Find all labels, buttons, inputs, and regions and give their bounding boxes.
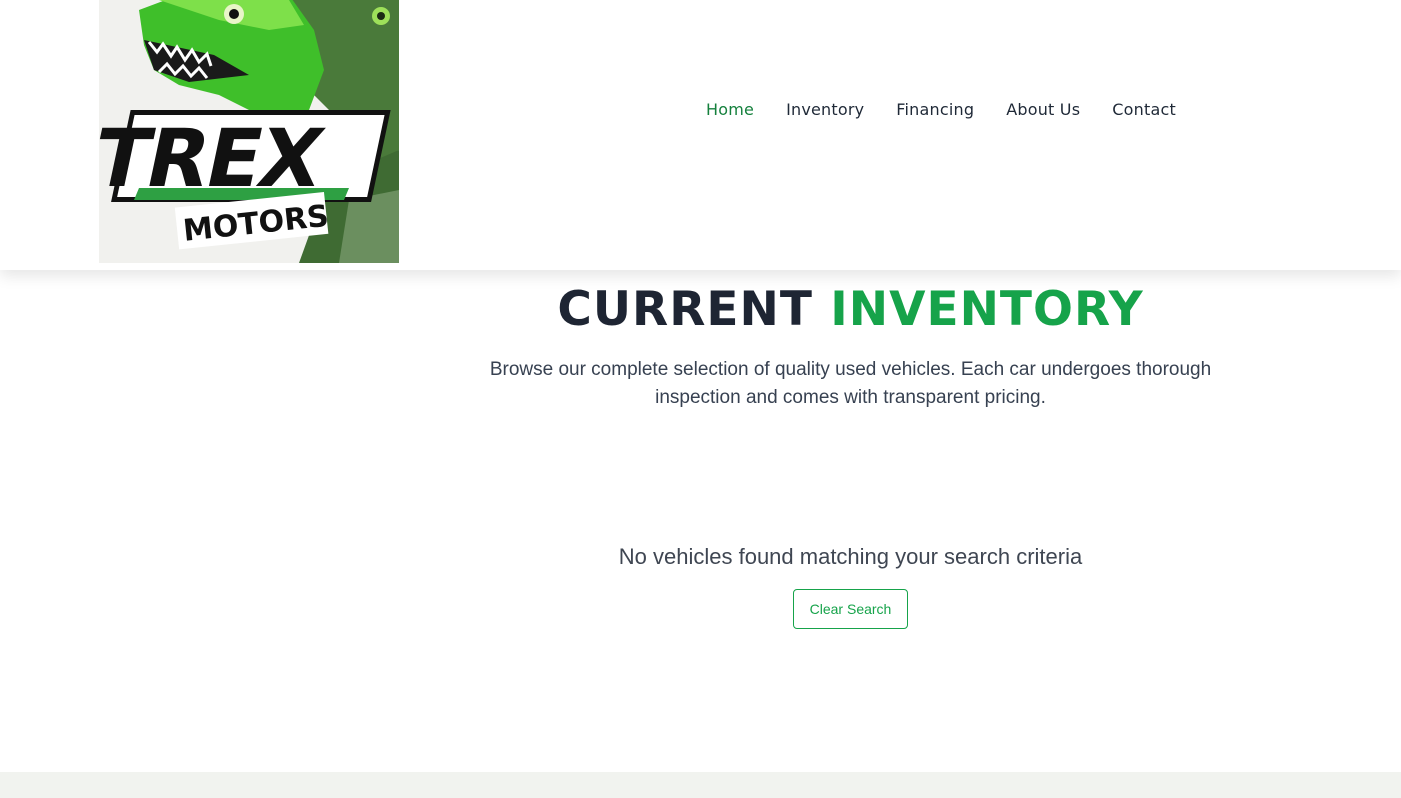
clear-search-button[interactable]: Clear Search — [792, 589, 909, 629]
main-nav: Home Inventory Financing About Us Contac… — [706, 100, 1176, 119]
nav-contact[interactable]: Contact — [1112, 100, 1176, 119]
empty-state: No vehicles found matching your search c… — [300, 540, 1401, 629]
site-header: TREX MOTORS Home Inventory Financing Abo… — [0, 0, 1401, 270]
nav-inventory[interactable]: Inventory — [786, 100, 864, 119]
empty-state-message: No vehicles found matching your search c… — [618, 544, 1083, 569]
nav-financing[interactable]: Financing — [896, 100, 974, 119]
nav-about-us[interactable]: About Us — [1006, 100, 1080, 119]
nav-home[interactable]: Home — [706, 100, 754, 119]
footer-band — [0, 772, 1401, 798]
hero-section: CURRENT INVENTORY Browse our complete se… — [0, 270, 1401, 412]
trex-logo-icon: TREX MOTORS — [99, 0, 399, 263]
page-subtitle: Browse our complete selection of quality… — [489, 359, 1212, 408]
trex-motors-logo[interactable]: TREX MOTORS — [99, 0, 399, 263]
page-title: CURRENT INVENTORY — [0, 270, 1401, 338]
title-main: CURRENT — [557, 282, 813, 337]
title-accent: INVENTORY — [830, 282, 1144, 337]
